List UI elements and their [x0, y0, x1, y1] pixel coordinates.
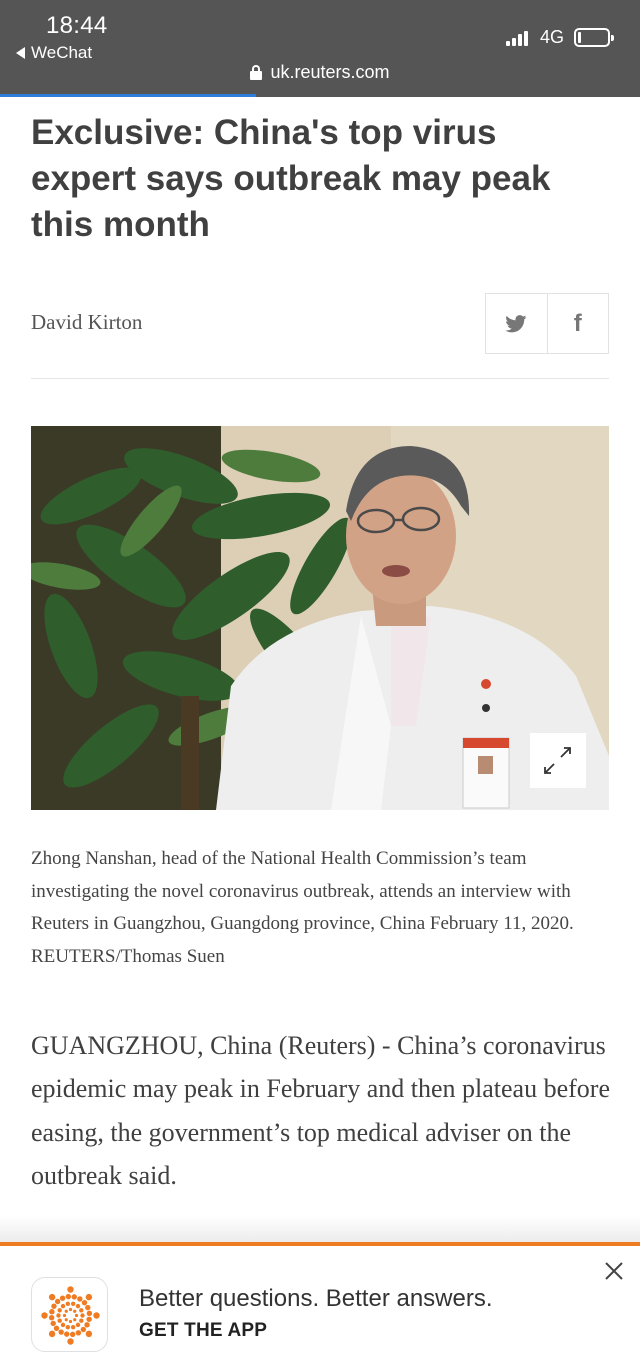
clock: 18:44 — [46, 12, 108, 39]
signal-bar — [506, 41, 510, 46]
expand-image-button[interactable] — [530, 733, 586, 788]
back-label: WeChat — [31, 43, 93, 62]
battery-icon — [574, 28, 614, 47]
close-banner-button[interactable] — [603, 1260, 625, 1282]
back-to-wechat-button[interactable]: WeChat — [16, 43, 92, 63]
reuters-logo-icon — [41, 1286, 100, 1345]
banner-shadow — [0, 1216, 640, 1242]
facebook-share-button[interactable]: f — [548, 294, 609, 353]
get-the-app-link[interactable]: GET THE APP — [139, 1320, 267, 1342]
lead-paragraph: GUANGZHOU, China (Reuters) - China’s cor… — [31, 1031, 610, 1190]
twitter-share-button[interactable] — [486, 294, 548, 353]
status-bar: 18:44 WeChat 4G uk.reuters.com — [0, 0, 640, 97]
back-arrow-icon — [16, 47, 25, 59]
signal-bar — [524, 30, 528, 46]
address-bar[interactable]: uk.reuters.com — [0, 62, 640, 83]
reuters-app-icon[interactable] — [31, 1277, 108, 1352]
facebook-icon: f — [573, 309, 582, 337]
banner-tagline: Better questions. Better answers. — [139, 1285, 493, 1312]
share-buttons: f — [485, 293, 609, 354]
article-headline: Exclusive: China's top virus expert says… — [31, 113, 551, 244]
twitter-icon — [505, 314, 527, 332]
signal-bar — [518, 34, 522, 46]
author-link[interactable]: David Kirton — [31, 310, 142, 335]
lock-icon — [250, 65, 263, 80]
divider — [31, 378, 609, 379]
article-photo[interactable] — [31, 426, 609, 810]
photo-zhong-nanshan — [31, 426, 609, 810]
signal-strength-icon — [506, 30, 528, 46]
photo-caption: Zhong Nanshan, head of the National Heal… — [31, 848, 574, 967]
close-icon — [605, 1262, 623, 1280]
network-type: 4G — [540, 27, 565, 47]
signal-bar — [512, 37, 516, 46]
expand-icon — [544, 747, 571, 774]
page-load-progress — [0, 94, 256, 97]
url-text: uk.reuters.com — [270, 62, 390, 82]
